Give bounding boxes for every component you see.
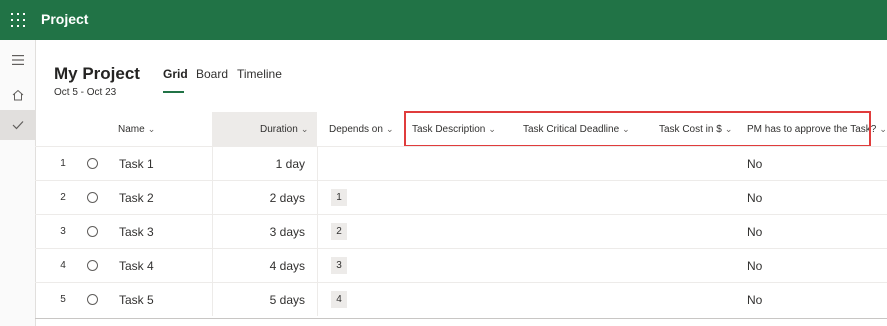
hamburger-icon[interactable] [0,45,35,75]
grid-bottom-border [35,318,887,319]
row-number: 3 [60,226,66,237]
column-divider [317,146,318,316]
task-complete-checkbox[interactable] [87,294,98,305]
tab-grid[interactable]: Grid [163,67,188,81]
checkmark-icon[interactable] [0,110,35,140]
chevron-down-icon: ⌄ [147,123,156,134]
dependency-badge[interactable]: 4 [331,291,347,308]
task-pm-approve[interactable]: No [747,157,762,171]
row-number: 1 [60,158,66,169]
task-duration[interactable]: 4 days [212,259,305,273]
row-divider [35,248,887,249]
column-header-duration[interactable]: Duration ⌄ [260,112,308,146]
task-pm-approve[interactable]: No [747,225,762,239]
home-icon[interactable] [0,80,35,110]
active-tab-indicator [163,91,184,93]
left-rail [0,40,36,326]
highlight-box [404,111,871,147]
row-divider [35,282,887,283]
chevron-down-icon: ⌄ [385,123,394,134]
chevron-down-icon: ⌄ [879,123,887,134]
column-header-label: Depends on [329,123,383,135]
task-name[interactable]: Task 3 [119,225,154,239]
column-header-label: Duration [260,123,298,135]
task-duration[interactable]: 3 days [212,225,305,239]
dependency-badge[interactable]: 1 [331,189,347,206]
task-name[interactable]: Task 2 [119,191,154,205]
task-duration[interactable]: 5 days [212,293,305,307]
dependency-badge[interactable]: 3 [331,257,347,274]
row-number: 2 [60,192,66,203]
task-duration[interactable]: 1 day [212,157,305,171]
tab-timeline[interactable]: Timeline [237,67,282,81]
row-divider [35,146,887,147]
task-pm-approve[interactable]: No [747,259,762,273]
column-header-label: Name [118,123,145,135]
task-complete-checkbox[interactable] [87,192,98,203]
project-title: My Project [54,64,140,83]
app-launcher-icon[interactable] [11,13,25,27]
task-name[interactable]: Task 4 [119,259,154,273]
task-name[interactable]: Task 1 [119,157,154,171]
column-header-depends-on[interactable]: Depends on ⌄ [329,112,393,146]
task-complete-checkbox[interactable] [87,260,98,271]
project-dates: Oct 5 - Oct 23 [54,87,117,98]
row-number: 4 [60,260,66,271]
row-divider [35,214,887,215]
app-header-bar: Project [0,0,887,40]
tab-board[interactable]: Board [196,67,228,81]
column-header-name[interactable]: Name ⌄ [118,112,155,146]
task-name[interactable]: Task 5 [119,293,154,307]
task-pm-approve[interactable]: No [747,191,762,205]
row-number: 5 [60,294,66,305]
dependency-badge[interactable]: 2 [331,223,347,240]
task-pm-approve[interactable]: No [747,293,762,307]
task-complete-checkbox[interactable] [87,226,98,237]
row-divider [35,180,887,181]
chevron-down-icon: ⌄ [300,123,309,134]
app-title[interactable]: Project [41,11,88,27]
task-complete-checkbox[interactable] [87,158,98,169]
task-duration[interactable]: 2 days [212,191,305,205]
